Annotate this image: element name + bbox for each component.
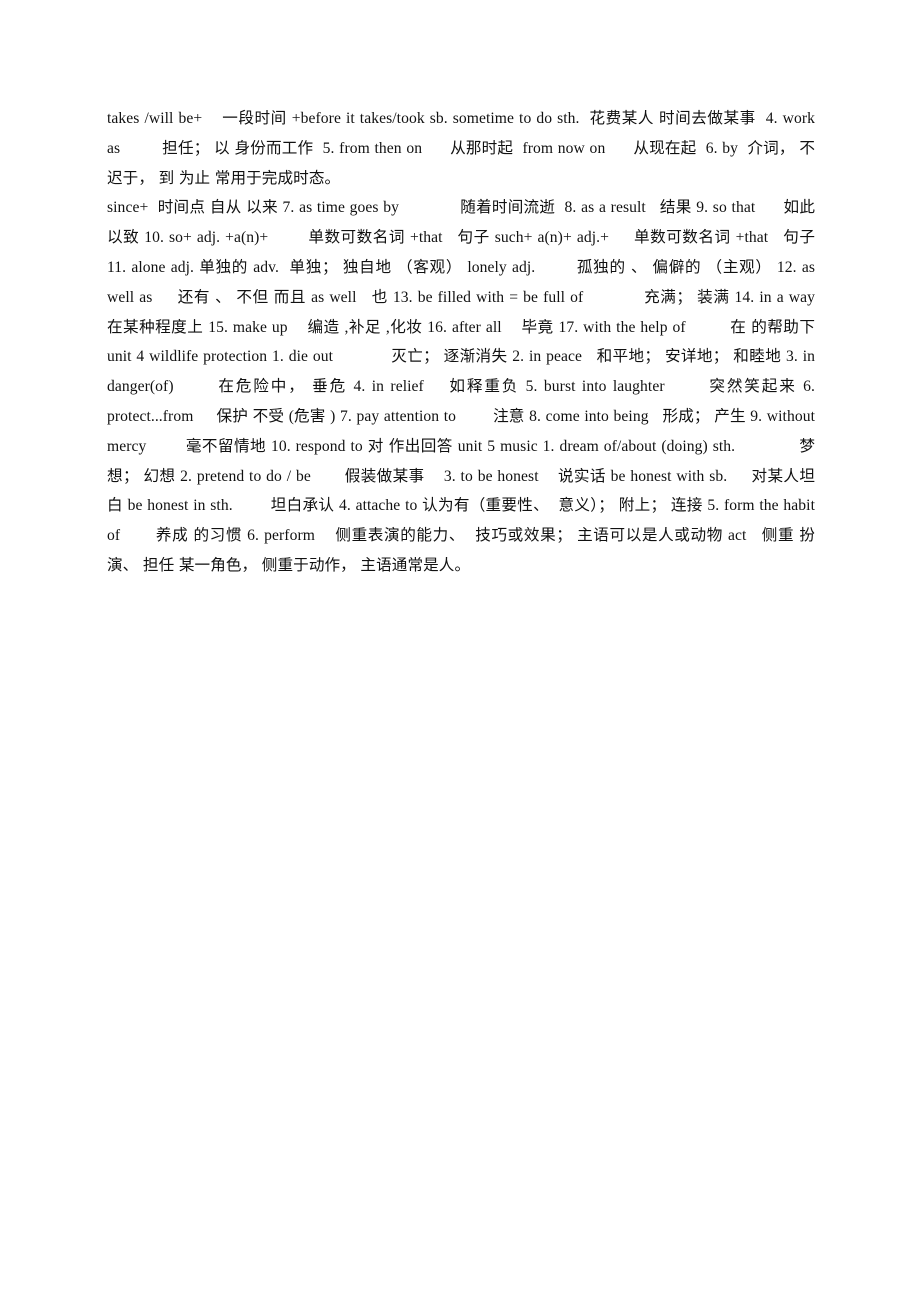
document-page: takes /will be+ 一段时间 +before it takes/to… <box>0 0 920 1302</box>
document-text-body: takes /will be+ 一段时间 +before it takes/to… <box>107 104 815 581</box>
paragraph-1: takes /will be+ 一段时间 +before it takes/to… <box>107 110 820 187</box>
paragraph-2: since+ 时间点 自从 以来 7. as time goes by 随着时间… <box>107 199 829 574</box>
